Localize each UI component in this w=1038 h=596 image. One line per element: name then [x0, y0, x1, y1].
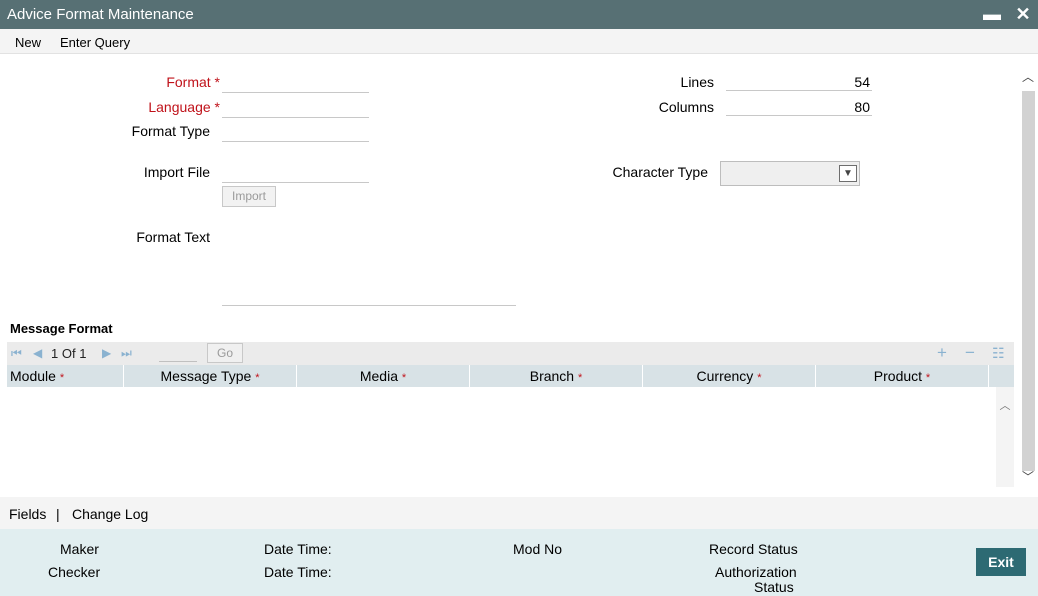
col-media[interactable]: Media * [297, 365, 470, 387]
maker-label: Maker [60, 541, 99, 557]
import-file-label: Import File [143, 164, 210, 180]
exit-button[interactable]: Exit [976, 548, 1026, 576]
page-current: 1 [51, 346, 59, 361]
format-field[interactable] [222, 75, 369, 93]
prev-page-icon[interactable]: ◀ [33, 346, 42, 360]
main-content: Format * Language * Format Type Lines Co… [0, 55, 1038, 497]
col-branch-label: Branch [529, 368, 575, 384]
columns-field[interactable] [726, 98, 872, 116]
menu-enter-query[interactable]: Enter Query [60, 35, 130, 50]
required-icon: * [925, 372, 931, 384]
fields-link[interactable]: Fields [9, 506, 46, 522]
import-file-field[interactable] [222, 165, 369, 183]
link-separator: | [56, 506, 60, 522]
character-type-label: Character Type [612, 164, 708, 180]
format-label: Format * [166, 74, 220, 90]
minimize-icon[interactable]: ▬ [982, 3, 1002, 25]
required-icon: * [401, 372, 407, 384]
grid-header: Module * Message Type * Media * Branch *… [7, 365, 1014, 387]
col-module[interactable]: Module * [7, 365, 124, 387]
format-text-label: Format Text [136, 229, 210, 245]
menu-new[interactable]: New [15, 35, 41, 50]
import-button[interactable]: Import [222, 186, 276, 207]
menu-bar: New Enter Query [0, 29, 1038, 54]
col-module-label: Module [10, 368, 56, 384]
checker-label: Checker [48, 564, 101, 580]
page-total: 1 [79, 346, 87, 361]
delete-row-icon[interactable]: − [965, 343, 975, 363]
main-scrollbar[interactable]: ︿ ﹀ [1020, 67, 1036, 497]
format-type-field[interactable] [222, 124, 369, 142]
authorization-status-label-1: Authorization [715, 564, 797, 580]
required-icon: * [255, 372, 260, 384]
col-media-label: Media [359, 368, 398, 384]
list-view-icon[interactable]: ☷ [992, 345, 1005, 362]
columns-label: Columns [658, 99, 714, 115]
col-currency-label: Currency [696, 368, 754, 384]
change-log-link[interactable]: Change Log [72, 506, 148, 522]
lines-field[interactable] [726, 73, 872, 91]
record-status-label: Record Status [709, 541, 798, 557]
date-time-label-2: Date Time: [264, 564, 332, 580]
links-bar: Fields | Change Log [0, 497, 1038, 529]
go-button[interactable]: Go [207, 343, 243, 363]
chevron-down-icon: ▼ [839, 165, 857, 182]
page-of: Of [61, 346, 76, 361]
message-format-title: Message Format [10, 321, 113, 336]
character-type-select[interactable]: ▼ [720, 161, 860, 186]
grid-scrollbar[interactable]: ︿ [996, 387, 1014, 487]
date-time-label-1: Date Time: [264, 541, 332, 557]
page-indicator: 1 Of 1 [51, 346, 86, 361]
required-icon: * [757, 372, 762, 384]
next-page-icon[interactable]: ▶ [102, 346, 111, 360]
lines-label: Lines [680, 74, 714, 90]
required-icon: * [59, 372, 65, 384]
grid-toolbar: ⏮ ◀ 1 Of 1 ▶ ⏭ Go + − ☷ [7, 342, 1014, 365]
scroll-down-icon[interactable]: ﹀ [1020, 467, 1036, 487]
last-page-icon[interactable]: ⏭ [121, 346, 132, 361]
window-title: Advice Format Maintenance [7, 6, 194, 23]
col-product[interactable]: Product * [816, 365, 989, 387]
close-icon[interactable]: ✕ [1013, 3, 1033, 25]
grid-scroll-up-icon[interactable]: ︿ [996, 397, 1014, 413]
language-label: Language * [148, 99, 220, 115]
page-number-input[interactable] [159, 345, 197, 362]
mod-no-label: Mod No [513, 541, 563, 557]
scroll-up-icon[interactable]: ︿ [1020, 67, 1036, 87]
col-currency[interactable]: Currency * [643, 365, 816, 387]
scroll-thumb[interactable] [1022, 91, 1035, 471]
first-page-icon[interactable]: ⏮ [11, 346, 22, 361]
audit-footer: Maker Checker Date Time: Date Time: Mod … [0, 529, 1038, 596]
grid-body: ︿ [7, 387, 1014, 487]
required-icon: * [577, 372, 583, 384]
col-message-type[interactable]: Message Type * [124, 365, 297, 387]
add-row-icon[interactable]: + [937, 343, 947, 363]
col-message-type-label: Message Type [160, 368, 252, 384]
format-text-area[interactable] [222, 233, 516, 306]
language-field[interactable] [222, 100, 369, 118]
format-type-label: Format Type [131, 123, 210, 139]
col-branch[interactable]: Branch * [470, 365, 643, 387]
col-product-label: Product [873, 368, 923, 384]
window-titlebar: Advice Format Maintenance ▬ ✕ [0, 0, 1038, 29]
authorization-status-label-2: Status [754, 579, 794, 595]
